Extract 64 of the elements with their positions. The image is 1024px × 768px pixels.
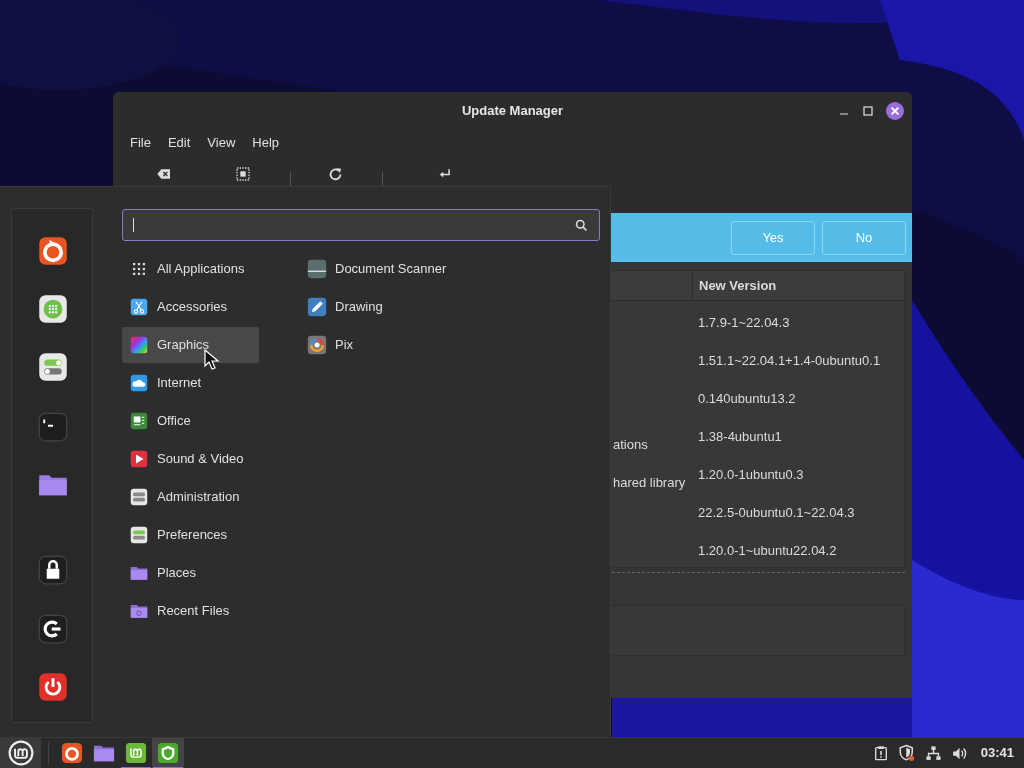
- toggles-icon: [130, 526, 148, 544]
- app-grid-icon[interactable]: [38, 294, 68, 324]
- app-item[interactable]: Drawing: [306, 289, 447, 325]
- table-cell: 1.38-4ubuntu1: [698, 429, 782, 444]
- table-cell: 1.20.0-1~ubuntu22.04.2: [698, 543, 837, 558]
- table-cell: ations: [613, 437, 648, 452]
- menu-item[interactable]: View: [200, 132, 243, 153]
- close-icon[interactable]: [886, 102, 904, 120]
- toggles-icon[interactable]: [38, 352, 68, 382]
- category-item[interactable]: Preferences: [122, 517, 259, 553]
- network-icon[interactable]: [924, 744, 942, 762]
- menu-button[interactable]: [0, 737, 41, 768]
- toggles-icon: [130, 488, 148, 506]
- menu-item[interactable]: File: [123, 132, 158, 153]
- clock[interactable]: 03:41: [980, 743, 1014, 763]
- play-icon: [130, 450, 148, 468]
- select-all-icon[interactable]: [235, 166, 251, 182]
- clear-icon[interactable]: [156, 166, 172, 182]
- search-icon: [574, 217, 589, 233]
- category-item[interactable]: Office: [122, 403, 259, 439]
- table-cell: 1.20.0-1ubuntu0.3: [698, 467, 804, 482]
- menu-item[interactable]: Edit: [160, 132, 198, 153]
- folder-icon: [130, 602, 148, 620]
- refresh-icon[interactable]: [327, 166, 344, 183]
- running-indicator: [153, 766, 183, 768]
- table-cell: 1.7.9-1~22.04.3: [698, 315, 790, 330]
- category-item[interactable]: Administration: [122, 479, 259, 515]
- category-item[interactable]: Recent Files: [122, 593, 259, 629]
- shield-icon[interactable]: [897, 744, 916, 762]
- cloud-icon: [130, 374, 148, 392]
- category-item[interactable]: Internet: [122, 365, 259, 401]
- maximize-icon[interactable]: [862, 105, 874, 117]
- app-item[interactable]: Pix: [306, 327, 447, 363]
- category-item[interactable]: All Applications: [122, 251, 259, 287]
- grid-icon: [130, 260, 148, 278]
- taskbar-button[interactable]: [152, 737, 184, 768]
- shield-icon: [157, 742, 179, 764]
- category-item[interactable]: Sound & Video: [122, 441, 259, 477]
- scissors-icon: [130, 298, 148, 316]
- color-wheel-icon: [307, 335, 327, 355]
- rainbow-icon: [130, 336, 148, 354]
- scanner-icon: [307, 259, 327, 279]
- folder-icon: [130, 564, 148, 582]
- window-title: Update Manager: [461, 102, 564, 121]
- table-cell: 1.51.1~22.04.1+1.4-0ubuntu0.1: [698, 353, 881, 368]
- clipboard-alert-icon[interactable]: [872, 745, 889, 761]
- pencil-icon: [307, 297, 327, 317]
- lock-icon[interactable]: [38, 555, 68, 585]
- running-indicator: [121, 766, 151, 768]
- search-field[interactable]: [122, 209, 600, 241]
- table-cell: 22.2.5-0ubuntu0.1~22.04.3: [698, 505, 855, 520]
- column-header[interactable]: New Version: [699, 275, 777, 296]
- category-item[interactable]: Accessories: [122, 289, 259, 325]
- document-icon: [130, 412, 148, 430]
- mint-logo-icon: [7, 740, 34, 766]
- table-cell: 0.140ubuntu13.2: [698, 391, 796, 406]
- category-item[interactable]: Places: [122, 555, 259, 591]
- menu-item[interactable]: Help: [245, 132, 287, 153]
- logout-icon[interactable]: [38, 614, 68, 644]
- mint-logo-icon: [125, 742, 147, 764]
- power-icon[interactable]: [38, 672, 68, 702]
- app-item[interactable]: Document Scanner: [306, 251, 447, 287]
- category-item[interactable]: Graphics: [122, 327, 259, 363]
- table-cell: hared library: [613, 475, 686, 490]
